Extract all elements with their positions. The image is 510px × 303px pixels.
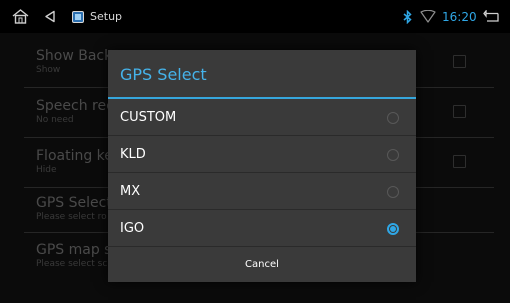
floating-key-checkbox[interactable]: [453, 155, 466, 168]
setting-subtitle: Please select ro: [36, 212, 107, 222]
setting-title: GPS Select: [36, 195, 112, 211]
radio-button[interactable]: [387, 112, 399, 124]
option-label: MX: [120, 184, 141, 199]
bluetooth-icon: [403, 0, 412, 33]
cancel-button[interactable]: Cancel: [108, 246, 416, 282]
radio-button-selected[interactable]: [387, 223, 399, 235]
setting-title: GPS map st: [36, 242, 117, 258]
gps-option-mx[interactable]: MX: [108, 173, 416, 210]
option-label: CUSTOM: [120, 110, 177, 125]
gps-option-kld[interactable]: KLD: [108, 136, 416, 173]
setting-subtitle: Show: [36, 65, 61, 75]
show-back-checkbox[interactable]: [453, 55, 466, 68]
option-label: IGO: [120, 221, 145, 236]
setting-title: Show Back: [36, 48, 113, 64]
dialog-title: GPS Select: [120, 65, 207, 84]
status-bar: Setup 16:20: [0, 0, 510, 33]
setting-subtitle: No need: [36, 115, 74, 125]
wifi-icon: [420, 0, 436, 33]
setting-subtitle: Hide: [36, 165, 57, 175]
clock-time: 16:20: [442, 9, 477, 24]
speech-recognition-checkbox[interactable]: [453, 105, 466, 118]
return-icon[interactable]: [483, 0, 499, 33]
gps-option-custom[interactable]: CUSTOM: [108, 99, 416, 136]
app-title: Setup: [90, 10, 123, 23]
home-icon[interactable]: [12, 0, 29, 33]
radio-button[interactable]: [387, 186, 399, 198]
gps-option-igo[interactable]: IGO: [108, 210, 416, 247]
radio-button[interactable]: [387, 149, 399, 161]
setting-subtitle: Please select sc: [36, 259, 108, 269]
app-icon: [72, 0, 84, 33]
back-icon[interactable]: [44, 0, 56, 33]
gps-select-dialog: GPS Select CUSTOM KLD MX IGO Cancel: [108, 50, 416, 282]
option-label: KLD: [120, 147, 146, 162]
